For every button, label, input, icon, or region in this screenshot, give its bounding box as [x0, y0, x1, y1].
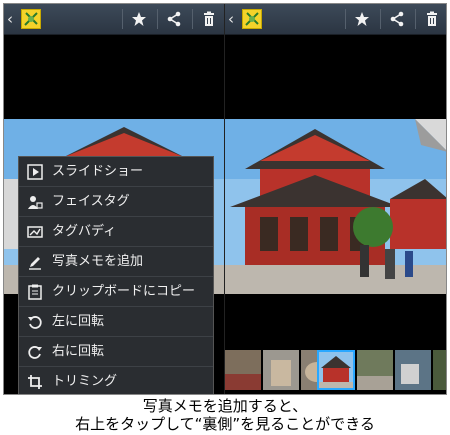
separator — [157, 9, 158, 29]
menu-item-copy-to-clipboard[interactable]: クリップボードにコピー — [19, 277, 213, 307]
trash-icon[interactable] — [424, 11, 440, 27]
face-tag-icon — [27, 194, 43, 210]
thumbnail-filmstrip — [225, 350, 446, 392]
temple-photo[interactable] — [225, 119, 446, 294]
separator — [122, 9, 123, 29]
share-icon[interactable] — [166, 11, 182, 27]
menu-item-rotate-left[interactable]: 左に回転 — [19, 307, 213, 337]
share-icon[interactable] — [389, 11, 405, 27]
clipboard-icon — [27, 284, 43, 300]
menu-item-tag-buddy[interactable]: タグバディ — [19, 217, 213, 247]
rotate-left-icon — [27, 314, 43, 330]
thumbnail[interactable] — [357, 350, 393, 390]
thumbnail-selected[interactable] — [317, 350, 355, 390]
action-bar: ‹ — [4, 4, 225, 35]
app-thumbnail-icon[interactable] — [242, 9, 262, 29]
back-arrow-icon[interactable]: ‹ — [228, 10, 234, 28]
menu-label: 左に回転 — [52, 314, 105, 329]
separator — [192, 9, 193, 29]
tag-buddy-icon — [27, 224, 43, 240]
menu-item-trimming[interactable]: トリミング — [19, 367, 213, 394]
menu-label: スライドショー — [52, 164, 144, 179]
menu-item-add-photo-memo[interactable]: 写真メモを追加 — [19, 247, 213, 277]
thumbnail[interactable] — [433, 350, 446, 390]
rotate-right-icon — [27, 344, 43, 360]
back-arrow-icon[interactable]: ‹ — [7, 10, 13, 28]
menu-label: 右に回転 — [52, 344, 105, 359]
thumbnail[interactable] — [263, 350, 299, 390]
play-icon — [27, 164, 43, 180]
left-gallery-panel: ‹ スライドショー フェイスタグ タグバディ 写真メモを追加 クリップボードにコ… — [4, 4, 225, 394]
menu-label: トリミング — [52, 374, 118, 389]
separator — [345, 9, 346, 29]
favorite-star-icon[interactable] — [354, 11, 370, 27]
crop-icon — [27, 374, 43, 390]
trash-icon[interactable] — [201, 11, 217, 27]
pencil-icon — [27, 254, 43, 270]
separator — [415, 9, 416, 29]
separator — [380, 9, 381, 29]
action-bar: ‹ — [225, 4, 446, 35]
menu-item-slideshow[interactable]: スライドショー — [19, 157, 213, 187]
menu-item-face-tag[interactable]: フェイスタグ — [19, 187, 213, 217]
context-menu: スライドショー フェイスタグ タグバディ 写真メモを追加 クリップボードにコピー… — [18, 156, 214, 394]
favorite-star-icon[interactable] — [131, 11, 147, 27]
thumbnail[interactable] — [225, 350, 261, 390]
menu-label: タグバディ — [52, 224, 117, 239]
caption-line-2: 右上をタップして“裏側”を見ることができる — [75, 415, 375, 433]
right-gallery-panel: ‹ — [225, 4, 446, 394]
caption-line-1: 写真メモを追加すると、 — [142, 397, 308, 415]
menu-item-rotate-right[interactable]: 右に回転 — [19, 337, 213, 367]
menu-label: クリップボードにコピー — [52, 284, 196, 299]
screenshot-frame: ‹ スライドショー フェイスタグ タグバディ 写真メモを追加 クリップボードにコ… — [3, 3, 447, 395]
menu-label: フェイスタグ — [52, 194, 130, 209]
thumbnail[interactable] — [395, 350, 431, 390]
menu-label: 写真メモを追加 — [52, 254, 144, 269]
app-thumbnail-icon[interactable] — [21, 9, 41, 29]
